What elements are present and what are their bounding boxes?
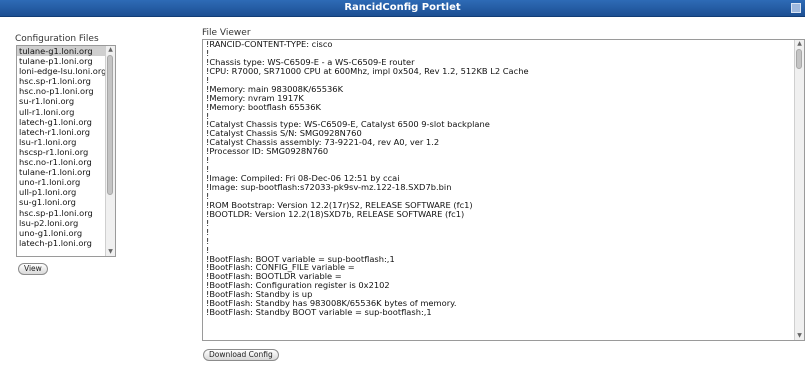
config-text-line: !CPU: R7000, SR71000 CPU at 600Mhz, impl… <box>206 65 529 76</box>
config-text-line: !BOOTLDR: Version 12.2(18)SXD7b, RELEASE… <box>206 208 465 219</box>
file-viewer-textarea[interactable]: !RANCID-CONTENT-TYPE: cisco! !Chassis typ… <box>202 39 805 341</box>
window-toggle-icon[interactable] <box>791 3 801 13</box>
config-file-item[interactable]: tulane-g1.loni.org <box>17 46 105 57</box>
config-files-listbox[interactable]: tulane-g1.loni.org tulane-p1.loni.org loni… <box>16 45 116 257</box>
config-file-item[interactable]: hsc.sp-p1.loni.org <box>17 208 105 218</box>
portlet-titlebar: RancidConfig Portlet <box>0 0 805 17</box>
config-file-item[interactable]: su-r1.loni.org <box>17 96 105 106</box>
config-file-item[interactable]: ull-r1.loni.org <box>17 107 105 117</box>
config-text-line: !Memory: bootflash 65536K <box>206 101 321 112</box>
scroll-down-arrow-icon[interactable]: ▼ <box>106 248 115 256</box>
config-text-line: ! <box>206 235 210 246</box>
config-text-line: !RANCID-CONTENT-TYPE: cisco <box>206 39 333 49</box>
config-file-item[interactable]: ull-p1.loni.org <box>17 187 105 197</box>
config-file-item[interactable]: uno-g1.loni.org <box>17 228 105 238</box>
scrollbar-thumb[interactable] <box>796 49 802 69</box>
config-files-items: tulane-g1.loni.org tulane-p1.loni.org loni… <box>17 46 106 248</box>
file-viewer-label: File Viewer <box>202 28 251 38</box>
config-file-item[interactable]: hscsp-r1.loni.org <box>17 147 105 157</box>
download-config-button[interactable]: Download Config <box>203 349 279 361</box>
config-file-item[interactable]: hsc.sp-r1.loni.org <box>17 76 105 86</box>
config-file-item[interactable]: su-g1.loni.org <box>17 197 105 207</box>
config-file-item[interactable]: loni-edge-lsu.loni.org <box>17 66 106 76</box>
config-file-item[interactable]: uno-r1.loni.org <box>17 177 105 187</box>
file-viewer-scrollbar[interactable]: ▲ ▼ <box>794 40 804 340</box>
file-viewer-content: !RANCID-CONTENT-TYPE: cisco! !Chassis typ… <box>206 40 792 317</box>
config-file-item[interactable]: tulane-p1.loni.org <box>17 56 105 66</box>
config-text-line: ! <box>206 155 210 166</box>
config-file-item[interactable]: latech-g1.loni.org <box>17 117 105 127</box>
scroll-up-arrow-icon[interactable]: ▲ <box>795 40 804 48</box>
config-file-item[interactable]: latech-p1.loni.org <box>17 238 105 248</box>
scroll-down-arrow-icon[interactable]: ▼ <box>795 332 804 340</box>
config-file-item[interactable]: tulane-r1.loni.org <box>17 167 105 177</box>
config-files-label: Configuration Files <box>15 34 99 44</box>
config-text-line: ! <box>206 226 210 237</box>
config-file-item[interactable]: hsc.no-r1.loni.org <box>17 157 105 167</box>
config-file-item[interactable]: hsc.no-p1.loni.org <box>17 86 105 96</box>
view-button[interactable]: View <box>18 263 48 275</box>
config-text-line: !Image: sup-bootflash:s72033-pk9sv-mz.12… <box>206 182 452 192</box>
config-text-line: !BootFlash: Standby BOOT variable = sup-… <box>206 307 432 318</box>
config-text-line: ! <box>206 217 210 228</box>
config-file-item[interactable]: lsu-p2.loni.org <box>17 218 105 228</box>
portlet-title: RancidConfig Portlet <box>344 2 461 13</box>
config-file-item[interactable]: lsu-r1.loni.org <box>17 137 105 147</box>
scrollbar-thumb[interactable] <box>107 55 113 195</box>
config-file-item[interactable]: latech-r1.loni.org <box>17 127 105 137</box>
config-files-scrollbar[interactable]: ▲ ▼ <box>105 46 115 256</box>
scroll-up-arrow-icon[interactable]: ▲ <box>106 46 115 54</box>
config-text-line: !Processor ID: SMG0928N760 <box>206 146 329 157</box>
